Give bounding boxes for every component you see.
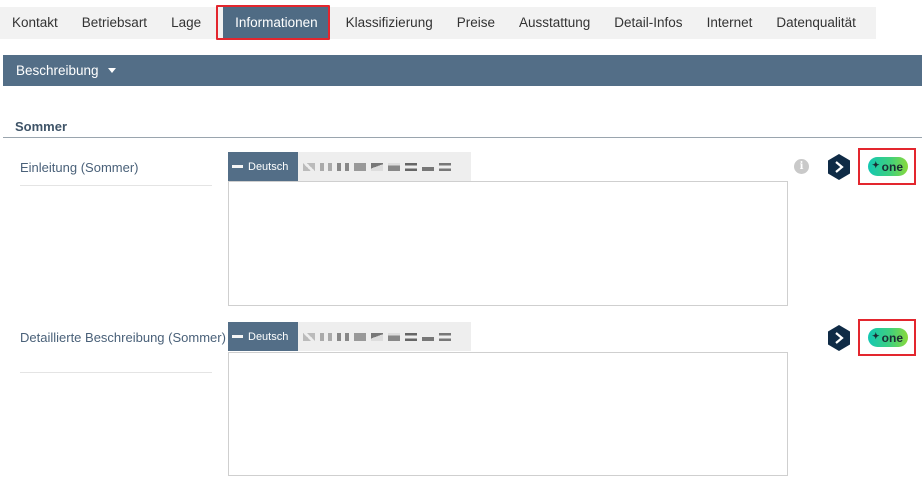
- tab-kontakt[interactable]: Kontakt: [0, 7, 70, 39]
- hu-flag-icon[interactable]: [439, 332, 451, 341]
- cz-flag-icon[interactable]: [371, 332, 383, 341]
- info-icon[interactable]: i: [794, 159, 809, 174]
- german-flag-icon: [232, 335, 243, 338]
- language-button[interactable]: Deutsch: [228, 152, 298, 181]
- deepl-translate-icon[interactable]: [827, 154, 851, 180]
- tab-klassifizierung[interactable]: Klassifizierung: [334, 7, 445, 39]
- at-flag-icon[interactable]: [405, 162, 417, 171]
- language-toolbar: Deutsch: [228, 322, 471, 351]
- field-divider: [20, 185, 212, 186]
- section-bar: Beschreibung: [3, 55, 922, 86]
- field-label-detaillierte-beschreibung: Detaillierte Beschreibung (Sommer): [20, 330, 226, 345]
- einleitung-textarea[interactable]: [228, 181, 788, 306]
- deepl-translate-icon[interactable]: [827, 325, 851, 351]
- tab-ausstattung[interactable]: Ausstattung: [507, 7, 602, 39]
- tab-informationen[interactable]: Informationen: [223, 7, 330, 39]
- it-flag-icon[interactable]: [320, 332, 332, 341]
- section-dropdown[interactable]: Beschreibung: [16, 55, 116, 86]
- tab-betriebsart[interactable]: Betriebsart: [70, 7, 159, 39]
- ru-flag-icon[interactable]: [388, 162, 400, 171]
- language-button[interactable]: Deutsch: [228, 322, 298, 351]
- language-label: Deutsch: [248, 160, 289, 173]
- detaillierte-beschreibung-textarea[interactable]: [228, 352, 788, 476]
- highlight-box-one-2: ✦ one: [858, 319, 916, 356]
- language-toolbar: Deutsch: [228, 152, 471, 181]
- tab-datenqualitaet[interactable]: Datenqualität: [764, 7, 868, 39]
- season-divider: [3, 137, 922, 138]
- fr-flag-icon[interactable]: [337, 332, 349, 341]
- one-ai-badge[interactable]: ✦ one: [868, 328, 908, 347]
- season-title: Sommer: [15, 119, 68, 134]
- field-divider: [20, 372, 212, 373]
- tab-preise[interactable]: Preise: [445, 7, 507, 39]
- language-flags: [298, 162, 451, 171]
- at-flag-icon[interactable]: [405, 332, 417, 341]
- one-badge-label: one: [881, 159, 903, 174]
- tab-bar: Kontakt Betriebsart Lage Informationen K…: [0, 7, 876, 39]
- language-label: Deutsch: [248, 330, 289, 343]
- tab-lage[interactable]: Lage: [159, 7, 213, 39]
- nl-flag-icon[interactable]: [354, 332, 366, 341]
- highlight-box-one-1: ✦ one: [858, 148, 916, 185]
- hu-flag-icon[interactable]: [439, 162, 451, 171]
- ru-flag-icon[interactable]: [388, 332, 400, 341]
- field-label-einleitung: Einleitung (Sommer): [20, 160, 139, 175]
- tab-detail-infos[interactable]: Detail-Infos: [602, 7, 694, 39]
- pl-flag-icon[interactable]: [422, 162, 434, 171]
- language-flags: [298, 332, 451, 341]
- one-badge-label: one: [881, 330, 903, 345]
- pl-flag-icon[interactable]: [422, 332, 434, 341]
- uk-flag-icon[interactable]: [303, 162, 315, 171]
- fr-flag-icon[interactable]: [337, 162, 349, 171]
- sparkle-icon: ✦: [872, 331, 880, 341]
- sparkle-icon: ✦: [872, 160, 880, 170]
- uk-flag-icon[interactable]: [303, 332, 315, 341]
- german-flag-icon: [232, 165, 243, 168]
- nl-flag-icon[interactable]: [354, 162, 366, 171]
- cz-flag-icon[interactable]: [371, 162, 383, 171]
- section-dropdown-label: Beschreibung: [16, 63, 99, 78]
- it-flag-icon[interactable]: [320, 162, 332, 171]
- one-ai-badge[interactable]: ✦ one: [868, 157, 908, 176]
- chevron-down-icon: [107, 68, 116, 73]
- tab-internet[interactable]: Internet: [695, 7, 765, 39]
